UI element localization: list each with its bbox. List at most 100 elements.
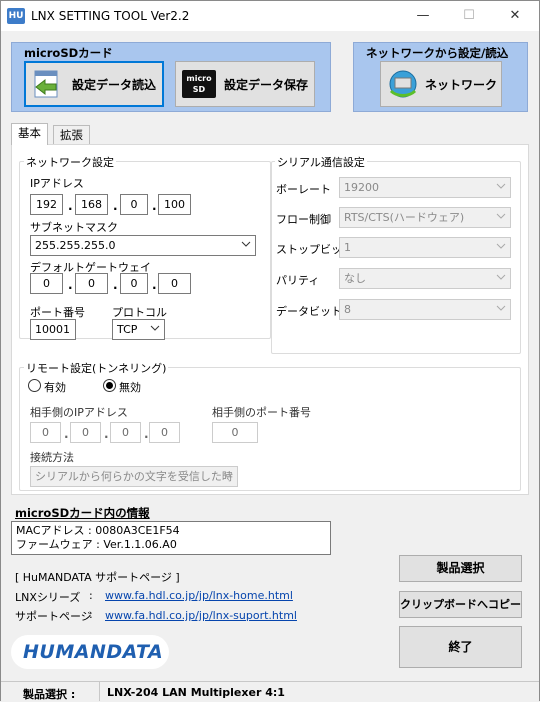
peer-ip-octet-4[interactable]: 0 <box>149 422 180 443</box>
save-settings-label: 設定データ保存 <box>224 77 309 92</box>
peer-port-input[interactable]: 0 <box>212 422 258 443</box>
connection-method-value: シリアルから何らかの文字を受信した時 <box>35 470 233 483</box>
chevron-down-icon <box>150 325 160 331</box>
tab-extended[interactable]: 拡張 <box>53 125 90 145</box>
peer-ip-octet-1[interactable]: 0 <box>30 422 61 443</box>
support-heading: [ HuMANDATA サポートページ ] <box>15 571 180 584</box>
peer-ip-dot: . <box>64 427 69 441</box>
product-select-button[interactable]: 製品選択 <box>399 555 522 582</box>
chevron-down-icon <box>223 472 233 478</box>
remote-disable-label: 無効 <box>119 381 141 394</box>
network-button[interactable]: ネットワーク <box>380 61 502 107</box>
connection-method-select[interactable]: シリアルから何らかの文字を受信した時 <box>30 466 238 487</box>
gateway-dot: . <box>68 278 73 292</box>
support-page-colon: : <box>89 608 93 621</box>
tab-panel-basic: ネットワーク設定 IPアドレス 192 . 168 . 0 . 100 サブネッ… <box>11 144 529 495</box>
remote-enable-label: 有効 <box>44 381 66 394</box>
subnet-mask-value: 255.255.255.0 <box>35 239 116 252</box>
serial-settings-legend: シリアル通信設定 <box>275 154 367 170</box>
window-title: LNX SETTING TOOL Ver2.2 <box>31 9 190 23</box>
exit-button[interactable]: 終了 <box>399 626 522 668</box>
lnx-series-label: LNXシリーズ <box>15 591 81 604</box>
lnx-series-colon: : <box>89 589 93 602</box>
flow-control-label: フロー制御 <box>276 213 331 226</box>
sdinfo-box: MACアドレス : 0080A3CE1F54 ファームウェア : Ver.1.1… <box>11 521 331 555</box>
subnet-mask-label: サブネットマスク <box>30 221 118 234</box>
chevron-down-icon <box>496 183 506 189</box>
ip-dot: . <box>152 199 157 213</box>
chevron-down-icon <box>496 274 506 280</box>
network-settings-legend: ネットワーク設定 <box>24 154 116 170</box>
humandata-logo: HUMANDATA <box>11 635 169 669</box>
ip-octet-2[interactable]: 168 <box>75 194 108 215</box>
main-window: HU LNX SETTING TOOL Ver2.2 — ☐ ✕ microSD… <box>0 0 540 701</box>
baud-rate-label: ボーレート <box>276 183 331 196</box>
peer-ip-octet-2[interactable]: 0 <box>70 422 101 443</box>
title-bar: HU LNX SETTING TOOL Ver2.2 — ☐ ✕ <box>1 1 539 31</box>
status-label: 製品選択 : <box>23 688 76 701</box>
network-label: ネットワーク <box>425 77 498 92</box>
copy-to-clipboard-button[interactable]: クリップボードへコピー <box>399 591 522 618</box>
protocol-value: TCP <box>117 323 138 336</box>
protocol-select[interactable]: TCP <box>112 319 165 340</box>
remote-settings-legend: リモート設定(トンネリング) <box>24 360 169 376</box>
minimize-button[interactable]: — <box>400 1 446 31</box>
data-bit-select[interactable]: 8 <box>339 299 511 320</box>
parity-select[interactable]: なし <box>339 268 511 289</box>
peer-ip-dot: . <box>104 427 109 441</box>
flow-control-select[interactable]: RTS/CTS(ハードウェア) <box>339 207 511 228</box>
load-settings-label: 設定データ読込 <box>72 77 157 92</box>
peer-ip-label: 相手側のIPアドレス <box>30 406 128 419</box>
flow-control-value: RTS/CTS(ハードウェア) <box>344 211 465 224</box>
load-file-icon <box>34 70 58 98</box>
save-settings-button[interactable]: micro SD 設定データ保存 <box>175 61 315 107</box>
microsd-group-title: microSDカード <box>24 46 113 60</box>
maximize-button[interactable]: ☐ <box>446 1 492 31</box>
connection-method-label: 接続方法 <box>30 451 74 464</box>
gateway-octet-1[interactable]: 0 <box>30 273 63 294</box>
chevron-down-icon <box>496 305 506 311</box>
parity-label: パリティ <box>276 274 320 287</box>
baud-rate-select[interactable]: 19200 <box>339 177 511 198</box>
stop-bit-select[interactable]: 1 <box>339 237 511 258</box>
peer-ip-dot: . <box>144 427 149 441</box>
load-settings-button[interactable]: 設定データ読込 <box>24 61 164 107</box>
sdinfo-mac: MACアドレス : 0080A3CE1F54 <box>16 524 180 537</box>
chevron-down-icon <box>496 213 506 219</box>
gateway-octet-3[interactable]: 0 <box>120 273 148 294</box>
ip-address-label: IPアドレス <box>30 177 84 190</box>
ip-octet-1[interactable]: 192 <box>30 194 63 215</box>
ip-dot: . <box>113 199 118 213</box>
gateway-dot: . <box>113 278 118 292</box>
status-bar: 製品選択 : LNX-204 LAN Multiplexer 4:1 <box>1 681 539 701</box>
ip-octet-3[interactable]: 0 <box>120 194 148 215</box>
port-number-input[interactable]: 10001 <box>30 319 76 340</box>
lnx-series-link[interactable]: www.fa.hdl.co.jp/jp/lnx-home.html <box>105 589 293 602</box>
support-page-label: サポートページ <box>15 610 92 623</box>
gateway-dot: . <box>152 278 157 292</box>
close-button[interactable]: ✕ <box>492 1 538 31</box>
parity-value: なし <box>344 272 366 285</box>
app-icon: HU <box>7 8 25 24</box>
subnet-mask-select[interactable]: 255.255.255.0 <box>30 235 256 256</box>
support-page-link[interactable]: www.fa.hdl.co.jp/jp/lnx-suport.html <box>105 609 297 622</box>
chevron-down-icon <box>241 241 251 247</box>
remote-enable-radio[interactable] <box>28 379 41 392</box>
port-number-label: ポート番号 <box>30 306 85 319</box>
ip-octet-4[interactable]: 100 <box>158 194 191 215</box>
gateway-octet-4[interactable]: 0 <box>158 273 191 294</box>
peer-ip-octet-3[interactable]: 0 <box>110 422 141 443</box>
tab-basic[interactable]: 基本 <box>11 123 48 145</box>
status-product: LNX-204 LAN Multiplexer 4:1 <box>107 686 285 699</box>
microsd-group: microSDカード 設定データ読込 micro SD 設定データ保存 <box>11 42 331 112</box>
network-group: ネットワークから設定/読込 ネットワーク <box>353 42 528 112</box>
gateway-octet-2[interactable]: 0 <box>75 273 108 294</box>
status-divider <box>99 682 100 701</box>
sdinfo-firmware: ファームウェア : Ver.1.1.06.A0 <box>16 538 177 551</box>
data-bit-label: データビット <box>276 305 342 318</box>
ip-dot: . <box>68 199 73 213</box>
microsd-card-icon: micro SD <box>182 70 216 98</box>
peer-port-label: 相手側のポート番号 <box>212 406 311 419</box>
remote-disable-radio[interactable] <box>103 379 116 392</box>
network-cable-icon <box>389 70 417 98</box>
